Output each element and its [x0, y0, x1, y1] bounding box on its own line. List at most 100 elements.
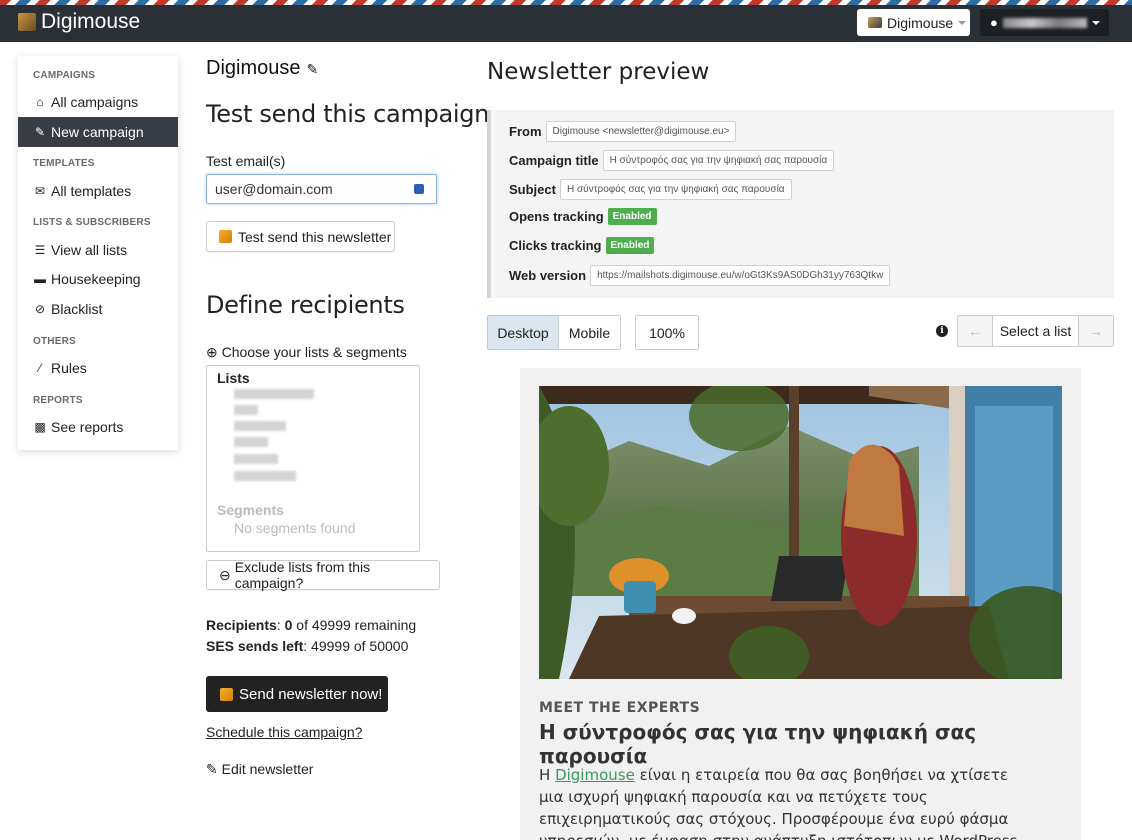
- campaign-name-text: Digimouse: [206, 57, 301, 79]
- lists-select-box[interactable]: Lists Segments No segments found: [206, 365, 420, 552]
- desktop-view-button[interactable]: Desktop: [487, 315, 559, 350]
- schedule-link[interactable]: Schedule this campaign?: [206, 724, 362, 740]
- web-version-value[interactable]: https://mailshots.digimouse.eu/w/oGt3Ks9…: [590, 265, 891, 286]
- web-version-label: Web version: [509, 268, 587, 283]
- sidebar-section-reports: REPORTS: [33, 395, 83, 406]
- list-option-redacted[interactable]: [234, 437, 268, 447]
- sidebar-item-see-reports[interactable]: ▩ See reports: [18, 412, 178, 442]
- subject-value: Η σύντροφός σας για την ψηφιακή σας παρο…: [559, 179, 792, 200]
- campaign-title-value: Η σύντροφός σας για την ψηφιακή σας παρο…: [602, 150, 835, 171]
- test-email-label: Test email(s): [206, 153, 286, 169]
- from-row: From Digimouse <newsletter@digimouse.eu>: [509, 121, 737, 142]
- sidebar-item-new-campaign[interactable]: ✎ New campaign: [18, 117, 178, 147]
- clicks-tracking-row: Clicks tracking Enabled: [509, 237, 655, 254]
- contacts-icon[interactable]: [414, 184, 424, 194]
- top-navbar: Digimouse Digimouse ●: [0, 0, 1132, 42]
- sidebar-section-others: OTHERS: [33, 336, 76, 347]
- list-option-redacted[interactable]: [234, 471, 296, 481]
- wand-icon: ⁄: [38, 361, 41, 375]
- sidebar-item-label: New campaign: [51, 124, 144, 140]
- newsletter-meta-panel: From Digimouse <newsletter@digimouse.eu>…: [487, 110, 1114, 298]
- envelope-icon: ✉: [34, 184, 46, 198]
- opens-tracking-row: Opens tracking Enabled: [509, 208, 657, 225]
- sidebar-item-label: All templates: [51, 183, 132, 199]
- list-option-redacted[interactable]: [234, 421, 286, 431]
- minus-circle-icon: ⊖: [219, 566, 231, 583]
- arrow-right-icon[interactable]: →: [1079, 316, 1113, 346]
- sidebar: CAMPAIGNS ⌂ All campaigns ✎ New campaign…: [18, 56, 178, 450]
- hero-image: [539, 386, 1062, 679]
- arrow-left-icon[interactable]: ←: [958, 316, 992, 346]
- edit-newsletter-label: Edit newsletter: [221, 761, 314, 777]
- send-now-button[interactable]: Send newsletter now!: [206, 676, 388, 712]
- cube-icon: [220, 687, 233, 701]
- app-logo-icon: [868, 17, 882, 28]
- user-name-redacted: [1002, 17, 1087, 28]
- sidebar-item-all-campaigns[interactable]: ⌂ All campaigns: [18, 87, 178, 117]
- preview-title: Newsletter preview: [487, 59, 710, 85]
- ses-label: SES sends left: [206, 638, 304, 654]
- sidebar-item-all-templates[interactable]: ✉ All templates: [18, 176, 178, 206]
- sidebar-item-label: Blacklist: [51, 301, 103, 317]
- email-preview-frame: MEET THE EXPERTS Η σύντροφός σας για την…: [520, 368, 1081, 840]
- brand[interactable]: Digimouse: [18, 10, 140, 34]
- define-recipients-heading: Define recipients: [206, 291, 405, 319]
- campaign-title-label: Campaign title: [509, 153, 599, 168]
- chevron-down-icon: [958, 20, 967, 25]
- list-option-redacted[interactable]: [234, 389, 314, 399]
- ban-icon: ⊘: [34, 302, 46, 316]
- sidebar-item-view-all-lists[interactable]: ☰ View all lists: [18, 235, 178, 265]
- choose-lists-label: Choose your lists & segments: [221, 344, 407, 360]
- sidebar-item-rules[interactable]: ⁄ Rules: [18, 353, 178, 383]
- top-stripe: [0, 0, 1132, 5]
- exclude-lists-button[interactable]: ⊖ Exclude lists from this campaign?: [206, 559, 440, 591]
- ses-value: 49999 of 50000: [311, 638, 409, 654]
- mobile-view-button[interactable]: Mobile: [558, 315, 621, 350]
- app-selector-label: Digimouse: [887, 14, 954, 31]
- test-send-button-label: Test send this newsletter: [238, 228, 392, 245]
- list-option-redacted[interactable]: [234, 405, 258, 415]
- list-option-redacted[interactable]: [234, 454, 278, 464]
- edit-newsletter-link[interactable]: ✎ Edit newsletter: [206, 761, 313, 778]
- email-brand-link[interactable]: Digimouse: [555, 766, 635, 784]
- list-navigator: ← Select a list →: [957, 315, 1114, 347]
- ses-info: SES sends left: 49999 of 50000: [206, 638, 409, 654]
- email-paragraph-prefix: Η: [539, 766, 556, 784]
- eraser-icon: ▬: [34, 272, 46, 286]
- lists-header: Lists: [217, 370, 250, 386]
- user-menu-button[interactable]: ●: [980, 9, 1109, 36]
- recipients-remaining: of 49999 remaining: [296, 617, 417, 633]
- sidebar-section-templates: TEMPLATES: [33, 158, 95, 169]
- from-label: From: [509, 124, 542, 139]
- email-paragraph: Η Digimouse είναι η εταιρεία που θα σας …: [539, 764, 1029, 840]
- app-selector-button[interactable]: Digimouse: [857, 9, 970, 36]
- test-send-heading: Test send this campaign: [206, 100, 490, 128]
- info-icon[interactable]: i: [936, 325, 948, 337]
- opens-tracking-badge: Enabled: [607, 208, 657, 225]
- sidebar-item-label: See reports: [51, 419, 124, 435]
- recipients-count: 0: [284, 617, 293, 633]
- sidebar-item-blacklist[interactable]: ⊘ Blacklist: [18, 294, 178, 324]
- send-now-label: Send newsletter now!: [239, 685, 383, 703]
- subject-row: Subject Η σύντροφός σας για την ψηφιακή …: [509, 179, 792, 200]
- sidebar-item-housekeeping[interactable]: ▬ Housekeeping: [18, 264, 178, 294]
- segments-header: Segments: [217, 502, 284, 518]
- clicks-tracking-label: Clicks tracking: [509, 238, 602, 253]
- campaign-name[interactable]: Digimouse ✎: [206, 57, 318, 80]
- edit-icon: ✎: [34, 125, 46, 139]
- from-value: Digimouse <newsletter@digimouse.eu>: [545, 121, 737, 142]
- choose-lists-toggle[interactable]: ⊕ Choose your lists & segments: [206, 344, 407, 361]
- test-send-button[interactable]: Test send this newsletter: [206, 221, 395, 252]
- select-list-button[interactable]: Select a list: [992, 316, 1079, 346]
- exclude-lists-label: Exclude lists from this campaign?: [234, 559, 371, 591]
- pencil-icon[interactable]: ✎: [306, 61, 318, 77]
- chevron-down-icon: [1091, 20, 1100, 25]
- test-email-input[interactable]: [206, 174, 437, 204]
- subject-label: Subject: [509, 182, 556, 197]
- sidebar-item-label: Rules: [51, 360, 87, 376]
- sidebar-item-label: Housekeeping: [51, 271, 141, 287]
- brand-name: Digimouse: [41, 10, 141, 33]
- campaign-title-row: Campaign title Η σύντροφός σας για την ψ…: [509, 150, 835, 171]
- sidebar-section-campaigns: CAMPAIGNS: [33, 70, 96, 81]
- zoom-level[interactable]: 100%: [635, 315, 699, 350]
